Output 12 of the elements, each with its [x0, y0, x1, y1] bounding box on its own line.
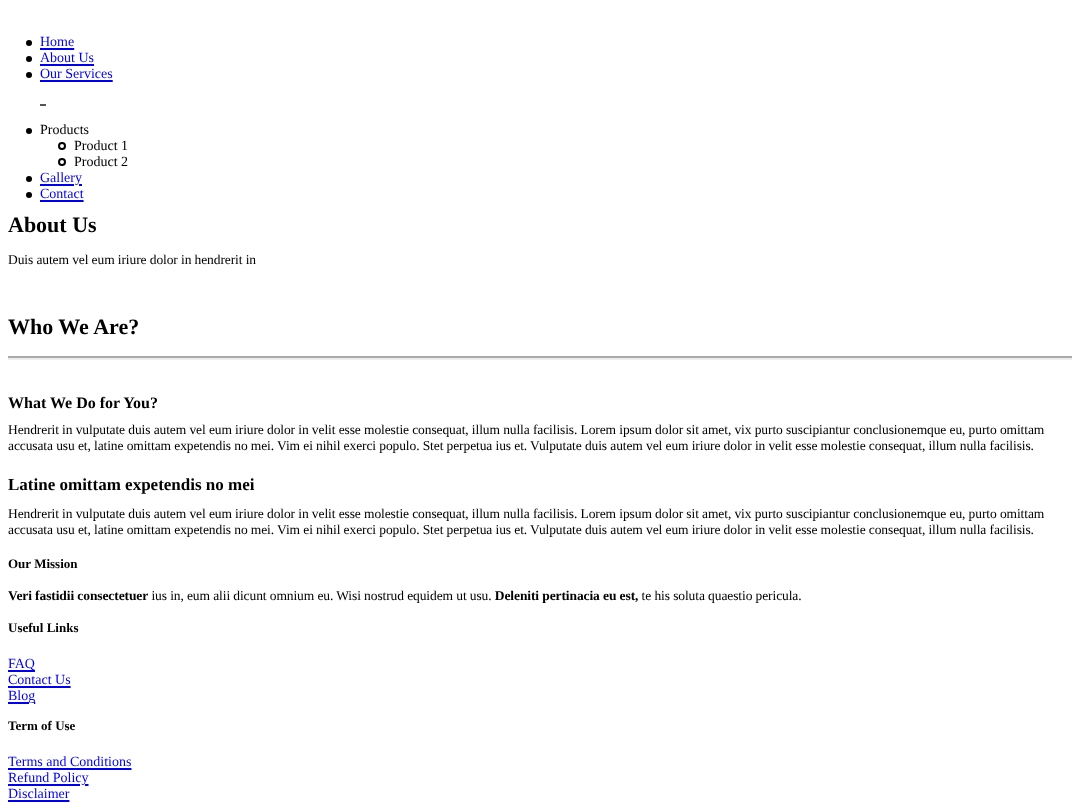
bullet-icon — [26, 55, 32, 61]
article-heading: What We Do for You? — [8, 394, 160, 412]
bullet-icon — [58, 158, 66, 166]
bullet-icon — [26, 71, 32, 77]
bullet-icon — [26, 127, 32, 133]
bullet-icon — [26, 175, 32, 181]
section-heading: About Us — [8, 214, 99, 240]
bullet-icon — [26, 39, 32, 45]
article-heading: Latine omittam expetendis no mei — [8, 474, 257, 494]
bullet-icon — [26, 191, 32, 197]
section-heading: Who We Are? — [8, 316, 142, 342]
bullet-icon — [58, 142, 66, 150]
